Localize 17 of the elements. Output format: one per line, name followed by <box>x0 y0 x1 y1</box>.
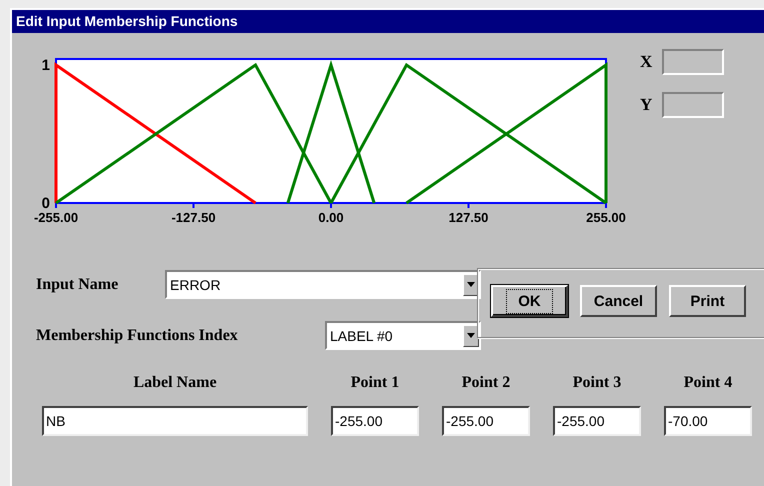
column-header: Point 3 <box>572 374 622 392</box>
column-header: Point 2 <box>460 374 512 392</box>
column-header: Point 4 <box>682 374 734 392</box>
field-label: Membership Functions Index <box>36 326 239 344</box>
column-header: Label Name <box>132 374 218 392</box>
window-title: Edit Input Membership Functions <box>12 10 764 33</box>
x-tick-label: -255.00 <box>34 210 78 225</box>
y-tick-label: 1 <box>42 57 50 74</box>
x-tick-label: 255.00 <box>586 210 626 225</box>
x-tick-label: -127.50 <box>171 210 216 225</box>
x-tick-label: 0.00 <box>318 210 344 225</box>
column-header: Point 1 <box>350 374 400 392</box>
readout-label: Y <box>640 95 652 115</box>
y-tick-label: 0 <box>42 195 50 212</box>
field-label: Input Name <box>36 276 120 294</box>
x-tick-label: 127.50 <box>448 210 488 225</box>
readout-label: X <box>640 52 652 72</box>
